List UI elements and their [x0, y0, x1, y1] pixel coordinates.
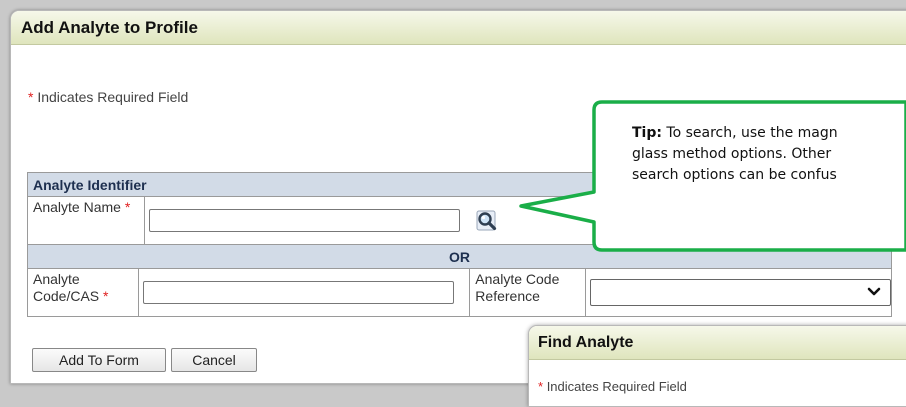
tip-line-2: glass method options. Other	[632, 146, 832, 162]
tip-line-3: search options can be confus	[632, 167, 837, 183]
tip-text: Tip: To search, use the magn glass metho…	[632, 123, 906, 186]
tip-line-1: To search, use the magn	[666, 125, 838, 141]
tip-prefix: Tip:	[632, 125, 662, 141]
tip-callout	[519, 100, 906, 252]
